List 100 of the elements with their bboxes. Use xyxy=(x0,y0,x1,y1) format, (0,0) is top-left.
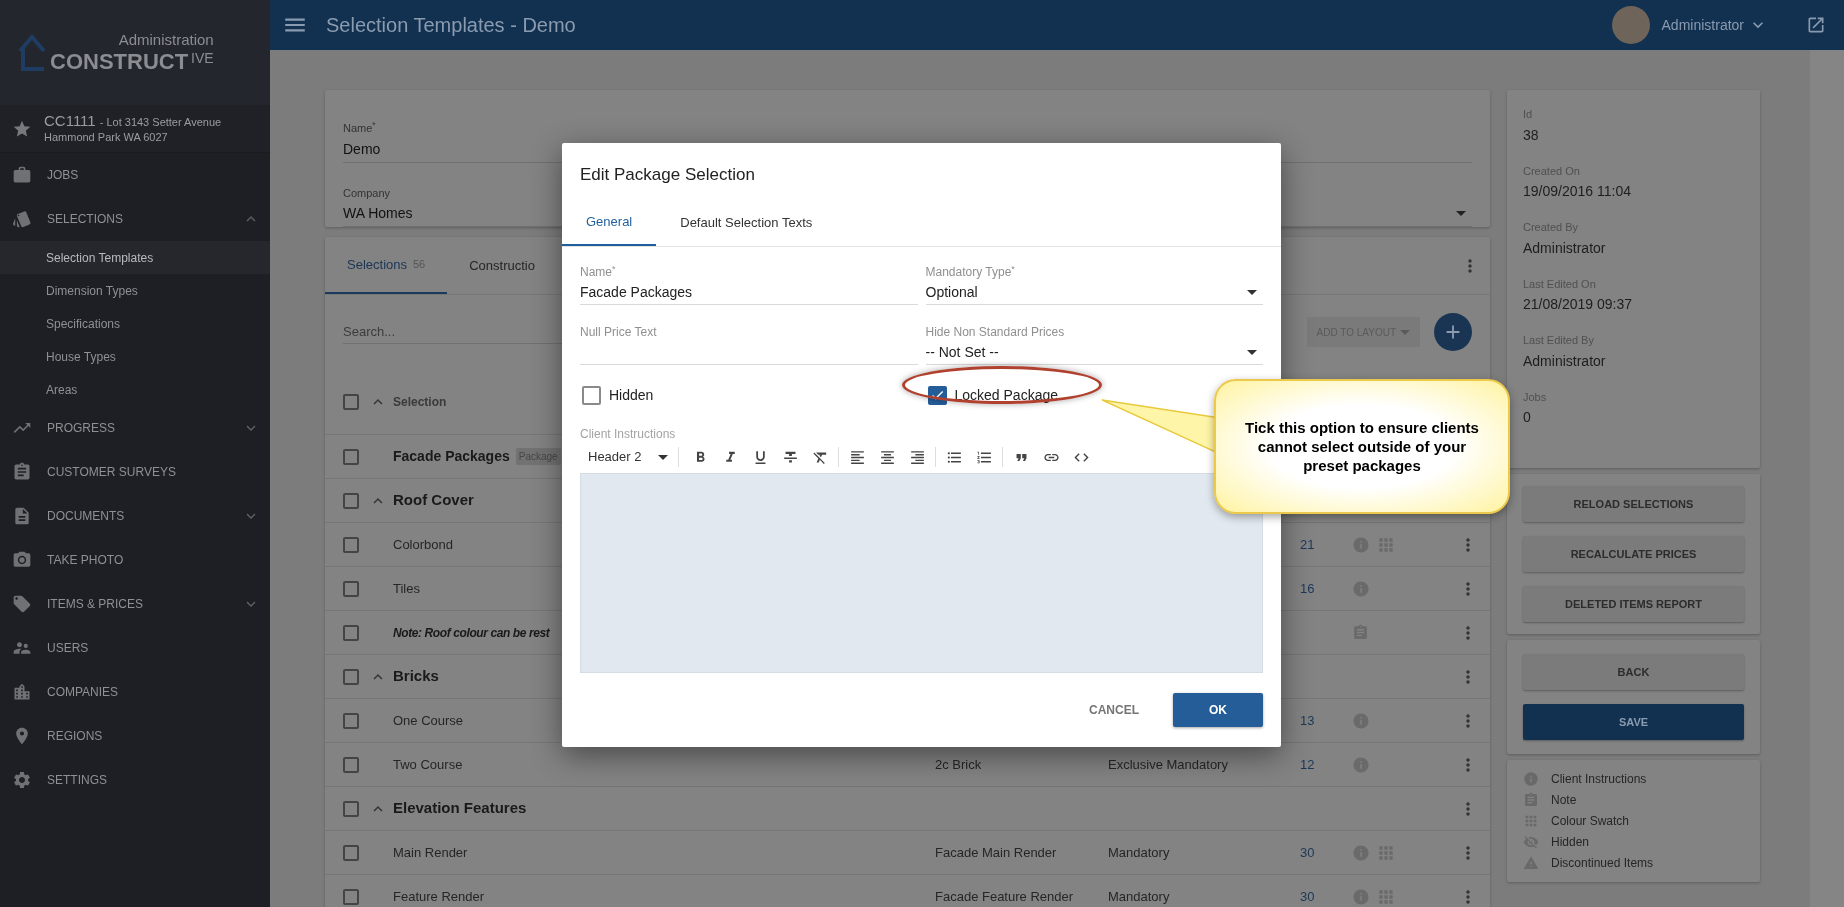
checkbox[interactable] xyxy=(343,668,359,685)
checkbox[interactable] xyxy=(927,385,947,405)
back-button[interactable]: BACK xyxy=(1523,654,1744,690)
settings-icon xyxy=(12,770,32,790)
info-value: 21/08/2019 09:37 xyxy=(1523,295,1633,314)
table-cell: 2c Brick xyxy=(935,756,982,772)
tab[interactable]: Default Selection Texts xyxy=(656,199,837,246)
table-cell: 16 xyxy=(1300,580,1315,596)
heading-dropdown[interactable]: Header 2 xyxy=(580,447,672,467)
caret-icon xyxy=(1400,329,1410,335)
align-center-icon[interactable] xyxy=(878,448,896,466)
save-button[interactable]: SAVE xyxy=(1523,704,1744,740)
checkbox[interactable] xyxy=(343,580,359,597)
dropdown-caret-icon xyxy=(1247,350,1257,355)
checkbox[interactable] xyxy=(343,756,359,773)
nav-subitem[interactable]: Selection Templates xyxy=(0,241,270,274)
table-cell: Facade Feature Render xyxy=(935,888,1074,904)
nav-item[interactable]: USERS xyxy=(0,626,270,670)
nav-item[interactable]: SETTINGS xyxy=(0,758,270,802)
checkbox[interactable] xyxy=(343,448,359,465)
nav-item[interactable]: SELECTIONS xyxy=(0,197,270,241)
checkbox[interactable] xyxy=(582,385,601,405)
info-icon xyxy=(1523,771,1539,787)
buildings-icon xyxy=(12,682,32,702)
table-cell: Mandatory xyxy=(1108,888,1170,904)
align-right-icon[interactable] xyxy=(908,448,926,466)
logo-wordmark: CONSTRUCT xyxy=(50,51,189,73)
checkbox[interactable] xyxy=(343,800,359,817)
document-icon xyxy=(12,506,32,526)
table-cell: 12 xyxy=(1300,756,1315,772)
selection-name: Note: Roof colour can be rest xyxy=(393,624,550,642)
legend-label: Hidden xyxy=(1551,834,1590,851)
column-header[interactable]: Selection xyxy=(393,392,447,411)
action-button[interactable]: RELOAD SELECTIONS xyxy=(1523,486,1744,522)
field-label: Mandatory Type$^{*}$ xyxy=(925,263,1015,281)
field-label: Null Price Text xyxy=(580,324,657,341)
avatar[interactable] xyxy=(1611,6,1650,44)
clipboard-icon xyxy=(1523,792,1539,808)
cancel-button[interactable]: CANCEL xyxy=(1075,693,1153,727)
tab[interactable]: Constructio xyxy=(447,237,557,294)
callout-bubble: Tick this option to ensure clients cannot select outside of your preset packages xyxy=(1214,379,1510,514)
nav-item[interactable]: ITEMS & PRICES xyxy=(0,582,270,626)
checkbox-label: Hidden xyxy=(609,385,654,405)
nav-subitem[interactable]: Specifications xyxy=(0,307,270,340)
tab[interactable]: General xyxy=(562,199,657,246)
table-cell: Mandatory xyxy=(1108,844,1170,860)
nav-item[interactable]: TAKE PHOTO xyxy=(0,538,270,582)
user-name[interactable]: Administrator xyxy=(1661,14,1744,36)
legend-label: Colour Swatch xyxy=(1551,813,1630,830)
info-value: Administrator xyxy=(1523,351,1607,371)
action-button[interactable]: RECALCULATE PRICES xyxy=(1523,536,1744,572)
dropdown-caret-icon xyxy=(1456,211,1466,216)
nav-item[interactable]: PROGRESS xyxy=(0,406,270,450)
checkbox[interactable] xyxy=(343,844,359,861)
select-field[interactable]: Optional xyxy=(925,281,1263,305)
selection-name: Roof Cover xyxy=(393,490,474,511)
info-value: Administrator xyxy=(1523,238,1607,258)
tag-icon xyxy=(12,594,32,614)
camera-icon xyxy=(12,550,32,570)
field-label: Hide Non Standard Prices xyxy=(925,324,1065,341)
checkbox[interactable] xyxy=(343,888,359,905)
legend-label: Client Instructions xyxy=(1551,771,1647,788)
selection-name: Bricks xyxy=(393,666,439,687)
table-cell: 30 xyxy=(1300,888,1315,904)
open-external-icon[interactable] xyxy=(1806,15,1826,35)
nav-subitem[interactable]: House Types xyxy=(0,340,270,373)
table-cell: Exclusive Mandatory xyxy=(1108,756,1228,772)
nav-subitem[interactable]: Dimension Types xyxy=(0,274,270,307)
nav-subitem[interactable]: Areas xyxy=(0,373,270,406)
add-button[interactable] xyxy=(1434,313,1472,351)
select-field[interactable]: -- Not Set -- xyxy=(925,341,1263,365)
nav-item[interactable]: CUSTOMER SURVEYS xyxy=(0,450,270,494)
input-field[interactable]: Facade Packages xyxy=(580,281,918,305)
nav-item[interactable]: JOBS xyxy=(0,153,270,197)
caret-icon xyxy=(658,454,668,460)
checkbox[interactable] xyxy=(343,536,359,553)
info-value: 38 xyxy=(1523,125,1540,145)
action-button[interactable]: DELETED ITEMS REPORT xyxy=(1523,586,1744,622)
legend-label: Note xyxy=(1551,792,1577,809)
checkbox[interactable] xyxy=(343,712,359,729)
nav-item[interactable]: DOCUMENTS xyxy=(0,494,270,538)
table-cell: 30 xyxy=(1300,844,1315,860)
field-label: Name$^{*}$ xyxy=(343,120,376,136)
selection-name: Main Render xyxy=(393,843,468,862)
ok-button[interactable]: OK xyxy=(1173,693,1263,727)
table-cell: 21 xyxy=(1300,536,1315,552)
checkbox[interactable] xyxy=(343,624,359,641)
nav-item[interactable]: REGIONS xyxy=(0,714,270,758)
table-cell: Facade Main Render xyxy=(935,844,1057,860)
dropdown-caret-icon xyxy=(1247,290,1257,295)
house-logo-icon xyxy=(18,33,46,73)
align-left-icon[interactable] xyxy=(848,448,866,466)
clipboard-icon xyxy=(12,462,32,482)
checkbox-label: Locked Package xyxy=(954,385,1059,405)
checkbox[interactable] xyxy=(343,393,359,410)
checkbox[interactable] xyxy=(343,492,359,509)
warning-icon xyxy=(1523,855,1539,871)
field-label: Name$^{*}$ xyxy=(580,263,616,281)
field-label: Company xyxy=(343,185,391,201)
nav-item[interactable]: COMPANIES xyxy=(0,670,270,714)
